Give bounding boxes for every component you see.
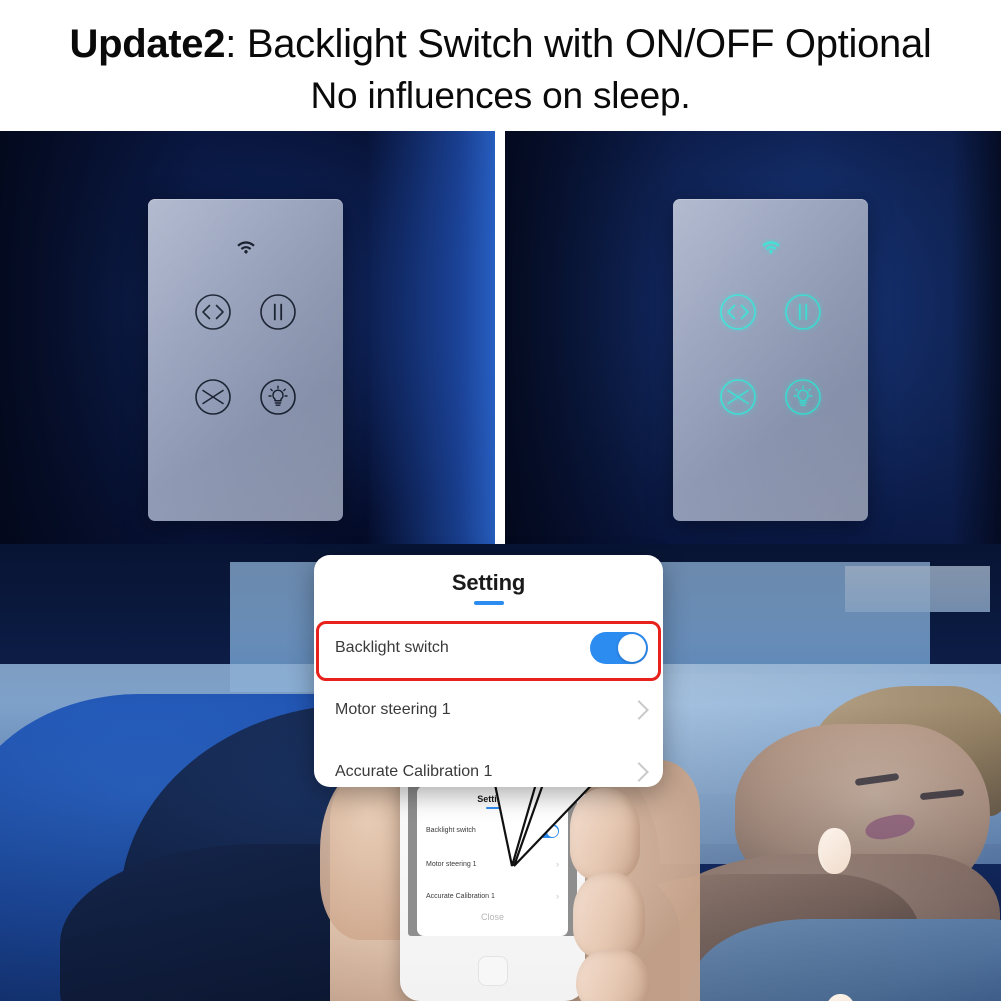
finger [573, 872, 857, 1001]
callout-row-accurate-calibration[interactable]: Accurate Calibration 1 [335, 741, 649, 787]
open-arrows-icon [195, 294, 231, 330]
promo-image: Update2: Backlight Switch with ON/OFF Op… [0, 0, 1001, 1001]
phone-row-label: Accurate Calibration 1 [426, 893, 495, 900]
header-line-1-rest: : Backlight Switch with ON/OFF Optional [225, 22, 932, 66]
chevron-right-icon: › [556, 891, 559, 901]
callout-row-label: Accurate Calibration 1 [335, 763, 493, 780]
callout-row-label: Backlight switch [335, 639, 449, 656]
switch-plate-on [673, 199, 868, 521]
phone-row-accurate-calibration[interactable]: Accurate Calibration 1 › [426, 886, 559, 908]
panel-backlight-off [0, 131, 495, 544]
panel-button-pause-off[interactable] [258, 292, 298, 332]
callout-title-underline [473, 601, 504, 605]
callout-row-motor-steering[interactable]: Motor steering 1 [335, 679, 649, 741]
panel-backlight-on [505, 131, 1001, 544]
comparison-panels [0, 131, 1001, 544]
wifi-icon [761, 241, 780, 254]
panel-button-pause-on[interactable] [783, 292, 823, 332]
nightstand [845, 566, 990, 612]
wifi-icon [236, 241, 255, 254]
header-line-1: Update2: Backlight Switch with ON/OFF Op… [0, 20, 1001, 68]
panel-button-light-off[interactable] [258, 377, 298, 417]
panel-button-open-on[interactable] [718, 292, 758, 332]
phone-row-label: Backlight switch [426, 827, 476, 834]
setting-callout: Setting Backlight switch Motor steering … [314, 555, 663, 787]
chevron-right-icon [629, 700, 649, 720]
callout-title: Setting [451, 570, 526, 595]
button-row-bottom-on [673, 377, 868, 417]
switch-plate-off [148, 199, 343, 521]
close-arrows-icon [195, 379, 231, 415]
callout-row-backlight-switch[interactable]: Backlight switch [335, 617, 648, 679]
chevron-right-icon [629, 762, 649, 782]
light-bulb-icon [260, 379, 296, 415]
fingernail [818, 828, 851, 874]
callout-row-label: Motor steering 1 [335, 701, 451, 718]
button-row-top-off [148, 292, 343, 332]
open-arrows-icon [720, 294, 756, 330]
header-update-label: Update2 [69, 22, 226, 66]
button-row-bottom-off [148, 377, 343, 417]
pause-bars-icon [260, 294, 296, 330]
panel-button-light-on[interactable] [783, 377, 823, 417]
panel-button-close-off[interactable] [193, 377, 233, 417]
home-button[interactable] [477, 956, 508, 986]
close-arrows-icon [720, 379, 756, 415]
finger [576, 950, 650, 1001]
phone-row-label: Motor steering 1 [426, 861, 477, 868]
header-line-2: No influences on sleep. [310, 75, 691, 116]
phone-close-button[interactable]: Close [417, 912, 568, 922]
header-banner: Update2: Backlight Switch with ON/OFF Op… [0, 0, 1001, 131]
button-row-top-on [673, 292, 868, 332]
light-bulb-icon [785, 379, 821, 415]
backlight-switch-toggle[interactable] [590, 632, 648, 664]
pause-bars-icon [785, 294, 821, 330]
panel-button-open-off[interactable] [193, 292, 233, 332]
panel-button-close-on[interactable] [718, 377, 758, 417]
